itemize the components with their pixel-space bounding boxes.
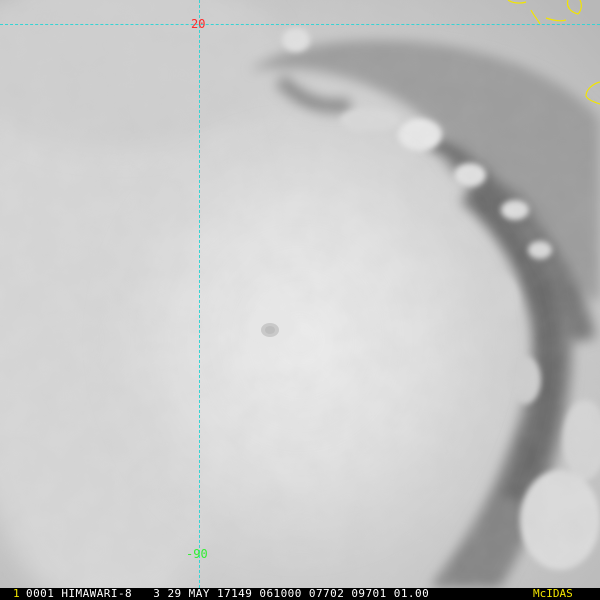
longitude-label: -90 <box>186 547 208 561</box>
frame-number: 1 <box>13 588 20 600</box>
mcidas-label: McIDAS <box>533 588 573 600</box>
latitude-gridline <box>0 24 600 25</box>
satellite-image-viewer: 20 -90 1 0001 HIMAWARI-8 3 29 MAY 17149 … <box>0 0 600 600</box>
longitude-gridline <box>199 0 200 588</box>
cyclone-eye <box>246 309 298 345</box>
cloud-texture <box>0 0 600 588</box>
image-metadata-text: 0001 HIMAWARI-8 3 29 MAY 17149 061000 07… <box>26 588 430 600</box>
latitude-label: 20 <box>191 17 206 31</box>
satellite-cloud-imagery <box>0 0 600 588</box>
info-bar: 1 0001 HIMAWARI-8 3 29 MAY 17149 061000 … <box>0 588 600 600</box>
